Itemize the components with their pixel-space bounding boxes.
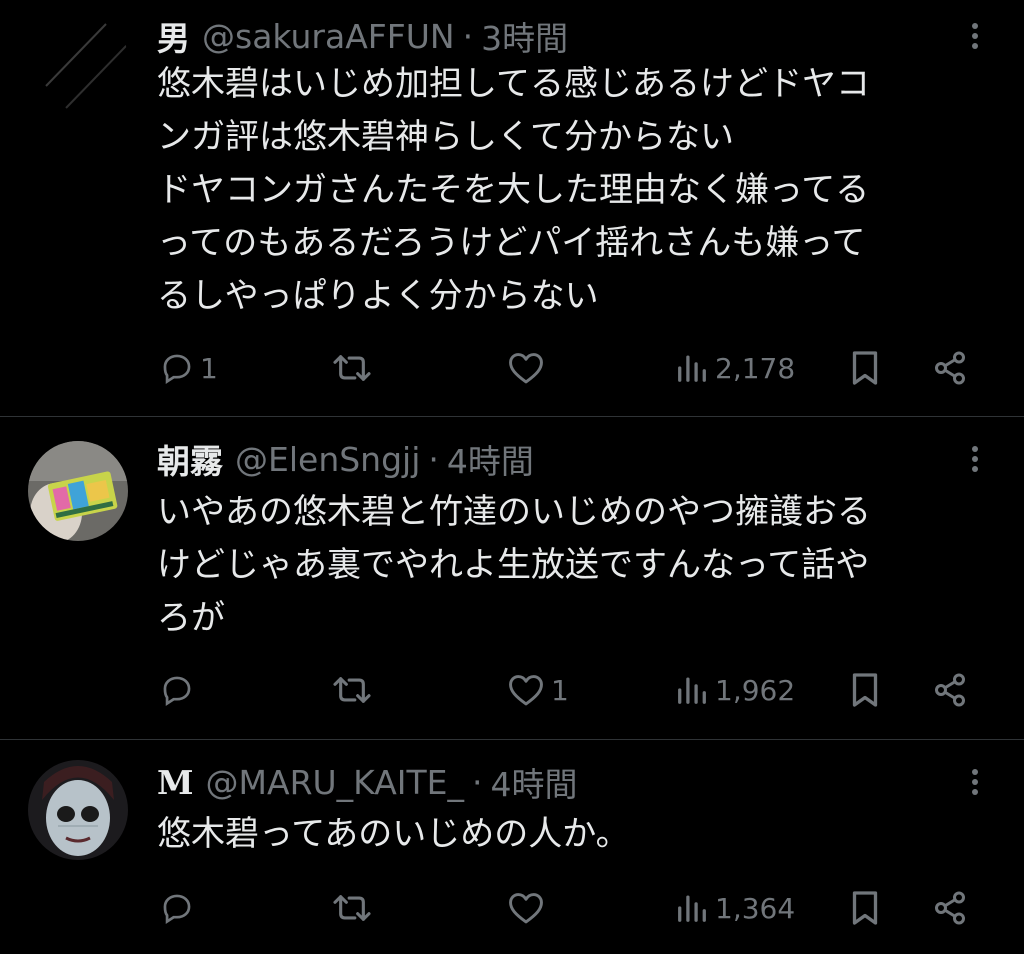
more-icon[interactable] [955,760,995,804]
view-count: 1,364 [715,891,796,925]
tweet-1[interactable]: 男 @sakuraAFFUN · 3時間 悠木碧はいじめ加担してる感じあるけどド… [0,0,1024,416]
like-button[interactable] [507,340,551,396]
bookmark-icon [852,891,878,925]
tweet-text: 悠木碧はいじめ加担してる感じあるけどドヤコ ンガ評は悠木碧神らしくて分からない … [157,64,870,316]
like-count: 1 [551,673,569,707]
share-button[interactable] [932,662,968,718]
avatar[interactable] [28,10,128,110]
action-bar: 1,364 [150,880,990,936]
tweet-header: 朝霧 @ElenSngjj · 4時間 [157,435,534,483]
timestamp[interactable]: 3時間 [481,12,568,60]
bookmark-button[interactable] [850,340,880,396]
share-button[interactable] [932,880,968,936]
retweet-button[interactable] [332,340,378,396]
reply-icon [163,354,191,384]
bookmark-icon [852,673,878,707]
share-icon [935,891,965,925]
retweet-icon [333,677,371,703]
separator: · [472,762,483,802]
views-icon [678,355,706,382]
tweet-2[interactable]: 朝霧 @ElenSngjj · 4時間 いやあの悠木碧と竹達のいじめのやつ擁護お… [0,417,1024,739]
views-button[interactable]: 1,962 [675,662,795,718]
display-name[interactable]: 朝霧 [157,435,223,483]
heart-icon [509,353,543,384]
views-button[interactable]: 1,364 [675,880,795,936]
avatar-image [28,10,128,110]
avatar[interactable] [28,441,128,541]
timestamp[interactable]: 4時間 [447,435,534,483]
display-name[interactable]: 男 [157,12,190,60]
bookmark-button[interactable] [850,880,880,936]
bookmark-button[interactable] [850,662,880,718]
views-icon [678,677,706,704]
view-count: 2,178 [715,351,796,385]
tweet-text: いやあの悠木碧と竹達のいじめのやつ擁護おる けどじゃあ裏でやれよ生放送ですんなっ… [157,492,871,638]
reply-icon [163,676,191,706]
bookmark-icon [852,351,878,385]
avatar-image [28,441,128,541]
tweet-text: 悠木碧ってあのいじめの人か。 [157,814,630,854]
heart-icon [509,675,543,706]
share-icon [935,673,965,707]
reply-count: 1 [200,351,218,385]
views-icon [678,895,706,922]
timestamp[interactable]: 4時間 [491,758,578,806]
action-bar: 1 1,962 [150,662,990,718]
user-handle[interactable]: @MARU_KAITE_ [206,763,465,802]
share-icon [935,351,965,385]
tweet-header: M @MARU_KAITE_ · 4時間 [157,758,578,806]
like-button[interactable] [507,880,551,936]
reply-icon [163,894,191,924]
heart-icon [509,893,543,924]
avatar[interactable] [28,760,128,860]
display-name[interactable]: M [157,763,194,802]
user-handle[interactable]: @ElenSngjj [235,440,420,479]
retweet-icon [333,355,371,381]
retweet-button[interactable] [332,880,378,936]
more-icon[interactable] [955,14,995,58]
avatar-image [28,760,128,860]
reply-button[interactable] [160,880,200,936]
views-button[interactable]: 2,178 [675,340,795,396]
retweet-button[interactable] [332,662,378,718]
reply-button[interactable]: 1 [160,340,218,396]
separator: · [428,439,439,479]
action-bar: 1 2,178 [150,340,990,396]
user-handle[interactable]: @sakuraAFFUN [202,17,455,56]
retweet-icon [333,895,371,921]
view-count: 1,962 [715,673,796,707]
separator: · [462,16,474,56]
share-button[interactable] [932,340,968,396]
more-icon[interactable] [955,437,995,481]
reply-button[interactable] [160,662,200,718]
tweet-3[interactable]: M @MARU_KAITE_ · 4時間 悠木碧ってあのいじめの人か。 1,36… [0,740,1024,954]
like-button[interactable]: 1 [507,662,569,718]
tweet-header: 男 @sakuraAFFUN · 3時間 [157,12,568,60]
